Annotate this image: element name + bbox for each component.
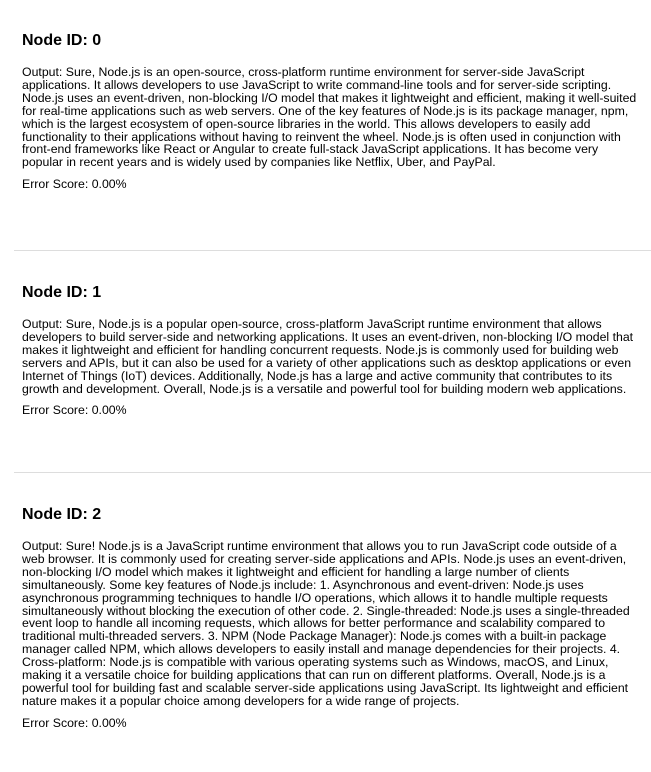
node-error-score: Error Score: 0.00% [22, 177, 127, 192]
node-title: Node ID: 1 [22, 284, 102, 301]
node-title: Node ID: 0 [22, 32, 102, 49]
node-error-score: Error Score: 0.00% [22, 715, 127, 730]
node-card-2: Node ID: 2 Output: Sure! Node.js is a Ja… [22, 505, 637, 730]
node-divider [14, 250, 651, 251]
node-title: Node ID: 2 [22, 506, 102, 523]
node-error-score: Error Score: 0.00% [22, 403, 127, 418]
node-card-1: Node ID: 1 Output: Sure, Node.js is a po… [22, 283, 637, 417]
node-card-0: Node ID: 0 Output: Sure, Node.js is an o… [22, 31, 637, 191]
node-output-text: Output: Sure! Node.js is a JavaScript ru… [22, 539, 630, 708]
node-output-text: Output: Sure, Node.js is a popular open-… [22, 317, 634, 396]
node-output-text: Output: Sure, Node.js is an open-source,… [22, 65, 637, 170]
node-divider [14, 472, 651, 473]
